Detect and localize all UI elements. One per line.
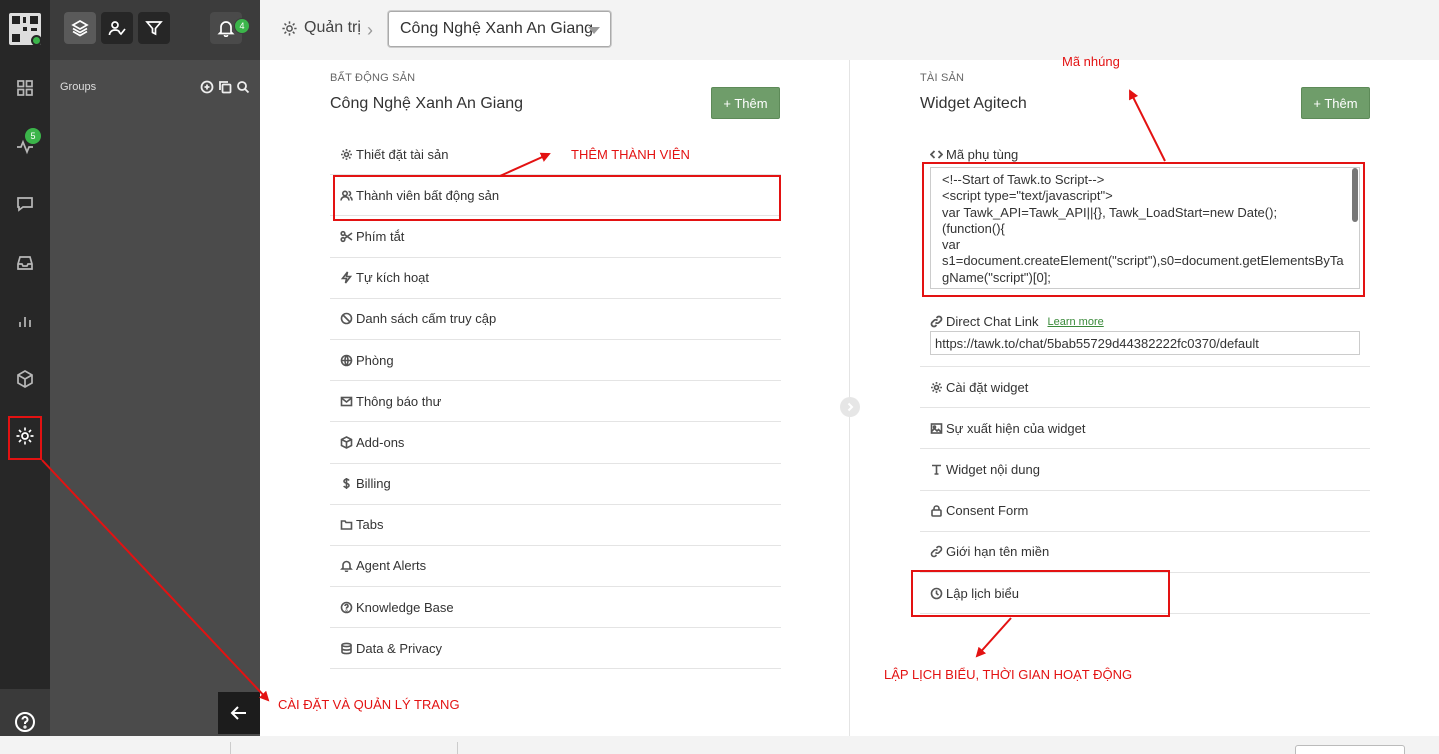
arrow-settings: [41, 459, 270, 702]
arrow-add-member: [499, 152, 551, 177]
arrow-schedule: [975, 617, 1012, 658]
arrow-embed-code: [1129, 89, 1166, 162]
annotation-arrows: [41, 89, 1166, 702]
